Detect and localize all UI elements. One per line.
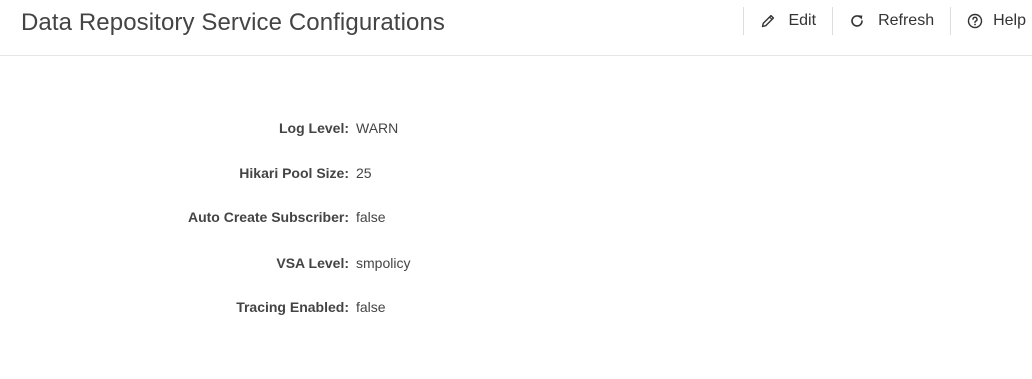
pencil-icon xyxy=(760,13,776,29)
config-row-auto-create-subscriber: Auto Create Subscriber: false xyxy=(0,206,1032,228)
config-label: Hikari Pool Size: xyxy=(239,165,349,181)
config-value: false xyxy=(356,299,386,315)
config-row-log-level: Log Level: WARN xyxy=(0,117,1032,139)
edit-button[interactable]: Edit xyxy=(744,4,832,38)
toolbar: Edit Refresh Help xyxy=(743,4,1032,38)
config-value: false xyxy=(356,209,386,225)
config-row-vsa-level: VSA Level: smpolicy xyxy=(0,252,1032,274)
config-value: smpolicy xyxy=(356,255,411,271)
help-button-label: Help xyxy=(993,12,1026,29)
page-title: Data Repository Service Configurations xyxy=(21,9,445,36)
refresh-button-label: Refresh xyxy=(878,12,935,29)
help-button[interactable]: Help xyxy=(951,4,1032,38)
config-value: 25 xyxy=(356,165,372,181)
config-label: Auto Create Subscriber: xyxy=(187,209,349,225)
config-label: Log Level: xyxy=(278,120,349,136)
config-row-tracing-enabled: Tracing Enabled: false xyxy=(0,296,1032,318)
config-value: WARN xyxy=(356,120,399,136)
refresh-button[interactable]: Refresh xyxy=(833,4,950,38)
refresh-icon xyxy=(849,13,865,29)
edit-button-label: Edit xyxy=(788,12,817,29)
config-label: VSA Level: xyxy=(276,255,349,271)
help-circle-icon xyxy=(967,13,983,29)
page-header: Data Repository Service Configurations E… xyxy=(0,0,1032,56)
config-label: Tracing Enabled: xyxy=(236,299,349,315)
config-row-hikari-pool-size: Hikari Pool Size: 25 xyxy=(0,162,1032,184)
